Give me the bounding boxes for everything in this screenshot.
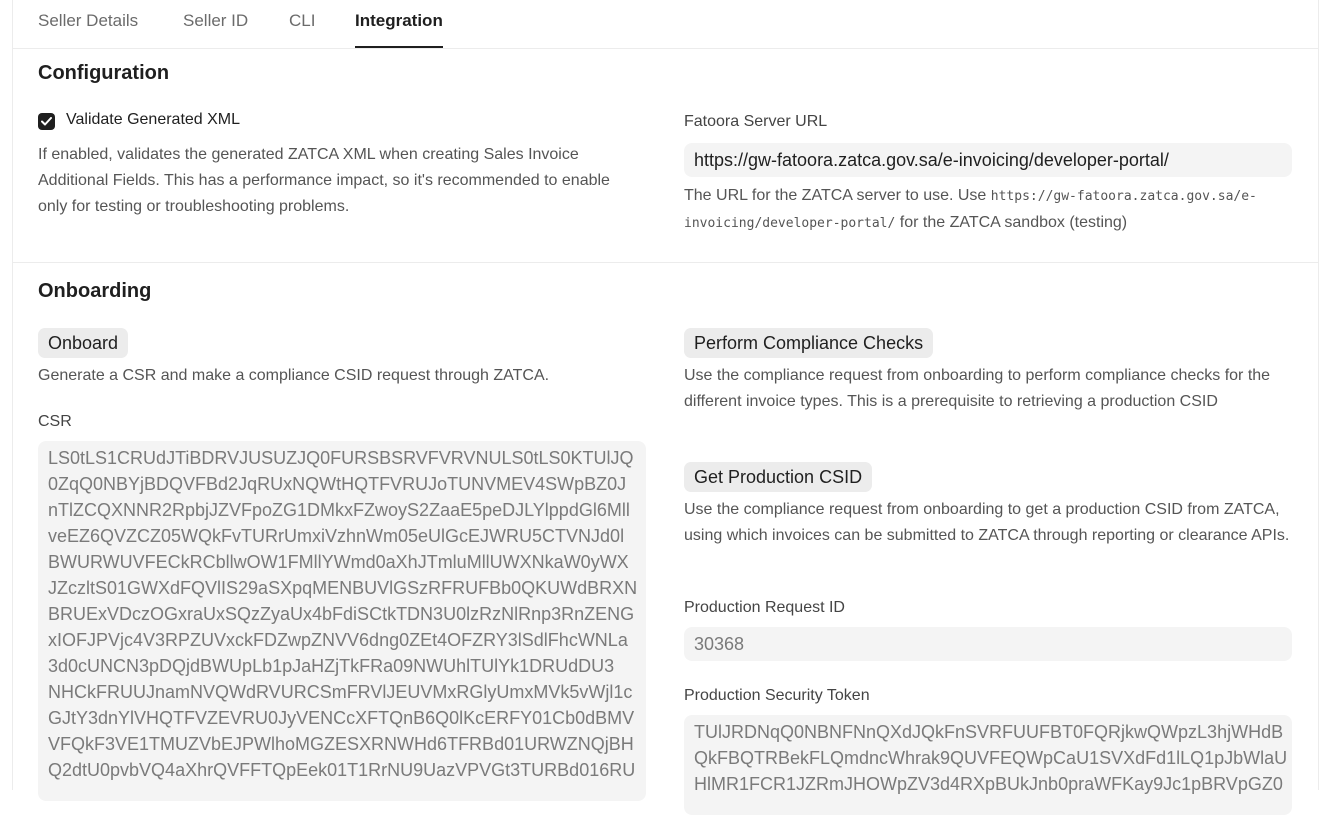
token-line: HlMR1FCR1JZRmJHOWpZV3d4RXpBUkJnb0praWFKa… xyxy=(694,774,1283,794)
csr-line: NHCkFRUUJnamNVQWdRVURCSmFRVlJEUVMxRGlyUm… xyxy=(48,682,633,702)
validate-xml-label[interactable]: Validate Generated XML xyxy=(66,111,240,129)
token-line: QkFBQTRBekFLQmdncWhrak9QUVFEQWpCaU1SVXdF… xyxy=(694,748,1288,768)
sandbox-url-code-cont: invoicing/developer-portal/ xyxy=(684,216,896,231)
compliance-description: Use the compliance request from onboardi… xyxy=(684,367,1271,410)
tab-seller-id[interactable]: Seller ID xyxy=(183,0,248,48)
tab-bar: Seller Details Seller ID CLI Integration xyxy=(13,0,1318,49)
onboarding-heading: Onboarding xyxy=(38,280,152,302)
token-line: TUlJRDNqQ0NBNFNnQXdJQkFnSVRFUUFBT0FQRjkw… xyxy=(694,722,1284,742)
server-url-help: The URL for the ZATCA server to use. Use… xyxy=(684,183,1304,237)
server-url-input[interactable]: https://gw-fatoora.zatca.gov.sa/e-invoic… xyxy=(684,143,1292,177)
onboard-button[interactable]: Onboard xyxy=(38,328,129,358)
csr-line: veEZ6QVZCZ05WQkFvTURrUmxiVzhnWm05eUlGcEJ… xyxy=(48,526,625,546)
csr-line: nTlZCQXNNR2RpbjJZVFpoZG1DMkxFZwoyS2ZaaE5… xyxy=(48,500,630,520)
sandbox-url-code: https://gw-fatoora.zatca.gov.sa/e- xyxy=(990,189,1257,204)
csr-line: xIOFJPVjc4V3RPZUVxckFDZwpZNVV6dng0ZEt4OF… xyxy=(48,630,628,650)
check-icon xyxy=(41,117,52,126)
tab-cli[interactable]: CLI xyxy=(289,0,315,48)
settings-panel: Seller Details Seller ID CLI Integration… xyxy=(12,0,1319,815)
csr-line: JZczltS01GWXdFQVlIS29aSXpqMENBUVlGSzRFRU… xyxy=(48,578,638,598)
csr-line: 3d0cUNCN3pDQjdBWUpLb1pJaHZjTkFRa09NWUhlT… xyxy=(48,656,615,676)
section-divider xyxy=(13,262,1318,263)
tab-seller-details[interactable]: Seller Details xyxy=(38,0,138,48)
csr-line: 0ZqQ0NBYjBDQVFBd2JqRUxNQWtHQTFVRUJoTUNVM… xyxy=(48,474,627,494)
csr-line: Q2dtU0pvbVQ4aXhrQVFFTQpEek01T1RrNU9UazVP… xyxy=(48,760,636,780)
csr-textarea[interactable]: LS0tLS1CRUdJTiBDRVJUSUZJQ0FURSBSRVFVRVNU… xyxy=(38,441,646,801)
tab-integration[interactable]: Integration xyxy=(355,0,443,48)
csr-label: CSR xyxy=(38,413,72,430)
validate-xml-checkbox[interactable] xyxy=(38,113,55,130)
server-url-help-prefix: The URL for the ZATCA server to use. Use xyxy=(684,187,991,204)
production-request-id-label: Production Request ID xyxy=(684,599,845,616)
csr-line: BWURWUVFECkRCbllwOW1FMllYWmd0aXhJTmluMll… xyxy=(48,552,629,572)
server-url-help-suffix: for the ZATCA sandbox (testing) xyxy=(895,214,1128,231)
onboard-description: Generate a CSR and make a compliance CSI… xyxy=(38,367,550,384)
production-token-label: Production Security Token xyxy=(684,687,870,704)
configuration-heading: Configuration xyxy=(38,62,170,84)
csr-line: VFQkF3VE1TMUZVbEJPWlhoMGZESXRNWHd6TFRBd0… xyxy=(48,734,634,754)
server-url-label: Fatoora Server URL xyxy=(684,113,828,130)
csr-line: BRUExVDczOGxraUxSQzZyaUx4bFdiSCtkTDN3U0l… xyxy=(48,604,635,624)
perform-compliance-checks-button[interactable]: Perform Compliance Checks xyxy=(684,328,934,358)
get-production-csid-button[interactable]: Get Production CSID xyxy=(684,462,873,492)
validate-xml-description: If enabled, validates the generated ZATC… xyxy=(38,146,610,215)
csr-line: GJtY3dnYlVHQTFVZEVRU0JyVENCcXFTQnB6Q0lKc… xyxy=(48,708,635,728)
production-token-textarea[interactable]: TUlJRDNqQ0NBNFNnQXdJQkFnSVRFUUFBT0FQRjkw… xyxy=(684,715,1292,815)
production-description: Use the compliance request from onboardi… xyxy=(684,501,1290,544)
production-request-id-field[interactable]: 30368 xyxy=(684,627,1292,661)
csr-line: LS0tLS1CRUdJTiBDRVJUSUZJQ0FURSBSRVFVRVNU… xyxy=(48,448,634,468)
